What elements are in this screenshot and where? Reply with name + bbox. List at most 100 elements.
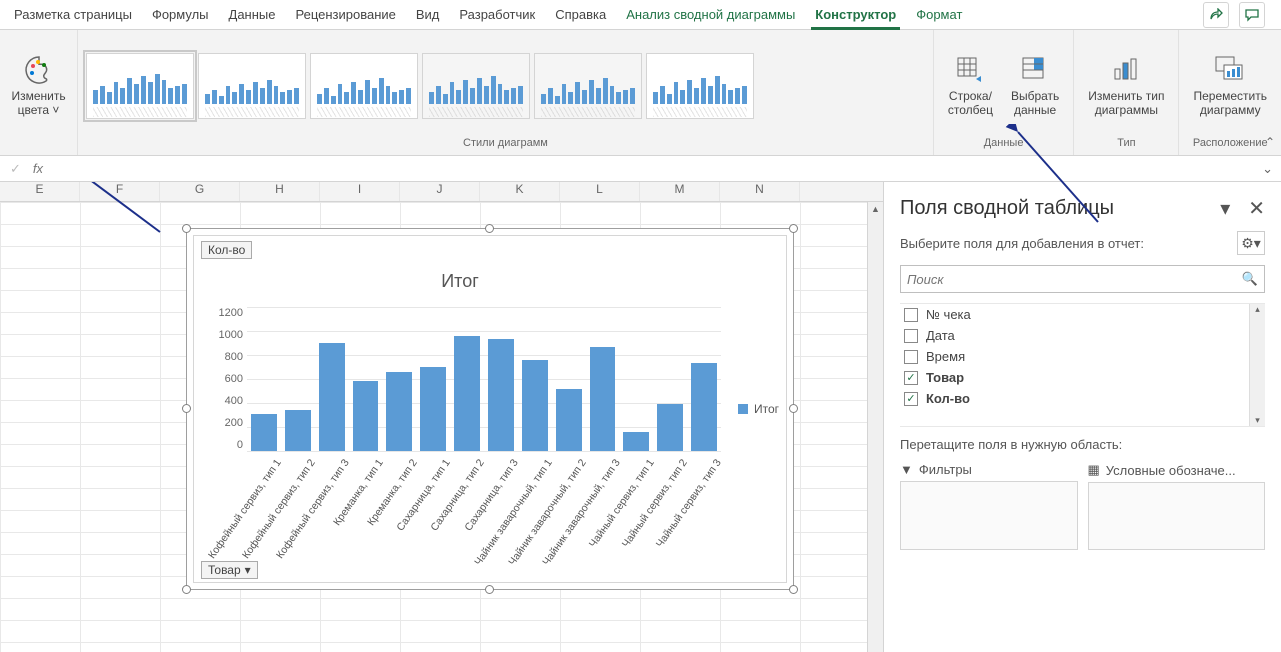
move-chart-button[interactable]: Переместитьдиаграмму xyxy=(1187,52,1273,120)
group-label-type: Тип xyxy=(1082,137,1170,153)
pane-subtitle: Выберите поля для добавления в отчет: xyxy=(900,236,1144,251)
bar[interactable] xyxy=(454,336,480,451)
col-G[interactable]: G xyxy=(160,182,240,201)
resize-handle[interactable] xyxy=(182,585,191,594)
field-label: Время xyxy=(926,349,965,364)
group-label-styles: Стили диаграмм xyxy=(86,137,925,153)
pane-close-button[interactable]: ✕ xyxy=(1248,196,1265,221)
resize-handle[interactable] xyxy=(182,404,191,413)
field-label: № чека xyxy=(926,307,971,322)
filter-icon: ▼ xyxy=(900,462,913,477)
pivot-fields-pane: Поля сводной таблицы ▾ ✕ Выберите поля д… xyxy=(883,182,1281,652)
resize-handle[interactable] xyxy=(182,224,191,233)
bar[interactable] xyxy=(691,363,717,451)
tab-Конструктор[interactable]: Конструктор xyxy=(805,0,906,30)
tab-Анализ сводной диаграммы[interactable]: Анализ сводной диаграммы xyxy=(616,0,805,30)
bar[interactable] xyxy=(623,432,649,451)
field-Дата[interactable]: Дата xyxy=(900,325,1265,346)
col-H[interactable]: H xyxy=(240,182,320,201)
change-colors-button[interactable]: Изменитьцвета ˅ xyxy=(5,52,71,120)
tab-Вид[interactable]: Вид xyxy=(406,0,450,30)
area-legend[interactable]: ▦Условные обозначе... xyxy=(1088,462,1266,550)
chart-style-5[interactable] xyxy=(534,53,642,119)
col-J[interactable]: J xyxy=(400,182,480,201)
pane-title: Поля сводной таблицы ▾ ✕ xyxy=(900,196,1265,221)
cancel-icon[interactable]: ✓ xyxy=(10,161,21,177)
bar[interactable] xyxy=(590,347,616,451)
checkbox-icon xyxy=(904,350,918,364)
x-axis-labels: Кофейный сервиз, тип 1Кофейный сервиз, т… xyxy=(247,457,721,569)
bar[interactable] xyxy=(386,372,412,451)
chart-style-6[interactable] xyxy=(646,53,754,119)
resize-handle[interactable] xyxy=(789,404,798,413)
col-F[interactable]: F xyxy=(80,182,160,201)
field-Товар[interactable]: ✓Товар xyxy=(900,367,1265,388)
tab-Рецензирование[interactable]: Рецензирование xyxy=(285,0,405,30)
column-headers[interactable]: EFGHIJKLMN xyxy=(0,182,883,202)
fx-label[interactable]: fx xyxy=(33,161,43,176)
col-E[interactable]: E xyxy=(0,182,80,201)
formula-expand-button[interactable]: ⌄ xyxy=(1262,161,1273,177)
chart-style-3[interactable] xyxy=(310,53,418,119)
bar[interactable] xyxy=(285,410,311,451)
share-button[interactable] xyxy=(1203,2,1229,28)
search-input[interactable] xyxy=(907,272,1242,287)
collapse-ribbon-button[interactable]: ⌃ xyxy=(1265,135,1275,149)
col-N[interactable]: N xyxy=(720,182,800,201)
bar[interactable] xyxy=(353,381,379,451)
resize-handle[interactable] xyxy=(789,224,798,233)
chart-title[interactable]: Итог xyxy=(187,271,733,292)
chart-legend[interactable]: Итог xyxy=(738,402,779,416)
bar[interactable] xyxy=(488,339,514,451)
resize-handle[interactable] xyxy=(789,585,798,594)
change-chart-type-button[interactable]: Изменить типдиаграммы xyxy=(1082,52,1170,120)
field-search[interactable]: 🔍 xyxy=(900,265,1265,293)
bar[interactable] xyxy=(657,404,683,451)
switch-row-column-button[interactable]: Строка/столбец xyxy=(942,52,999,120)
field-list-scrollbar[interactable] xyxy=(1249,304,1265,426)
tab-Формат[interactable]: Формат xyxy=(906,0,972,30)
tab-Формулы[interactable]: Формулы xyxy=(142,0,219,30)
tab-Разработчик[interactable]: Разработчик xyxy=(449,0,545,30)
bars[interactable] xyxy=(247,307,721,451)
checkbox-icon: ✓ xyxy=(904,392,918,406)
legend-icon: ▦ xyxy=(1088,462,1100,478)
field-Время[interactable]: Время xyxy=(900,346,1265,367)
chart-style-4[interactable] xyxy=(422,53,530,119)
col-L[interactable]: L xyxy=(560,182,640,201)
worksheet[interactable]: EFGHIJKLMN Кол-во Товар▾ Итог Итог 12001… xyxy=(0,182,883,652)
bar[interactable] xyxy=(522,360,548,451)
area-filters[interactable]: ▼Фильтры xyxy=(900,462,1078,550)
pivot-chart-object[interactable]: Кол-во Товар▾ Итог Итог 1200100080060040… xyxy=(186,228,794,590)
formula-bar: ✓ fx ⌄ xyxy=(0,156,1281,182)
tab-Разметка страницы[interactable]: Разметка страницы xyxy=(4,0,142,30)
field-label: Дата xyxy=(926,328,955,343)
tab-Справка[interactable]: Справка xyxy=(545,0,616,30)
pivot-values-button[interactable]: Кол-во xyxy=(201,241,252,259)
sheet-scrollbar[interactable] xyxy=(867,202,883,652)
pane-settings-button[interactable]: ⚙▾ xyxy=(1237,231,1265,255)
chart-styles-gallery[interactable] xyxy=(86,53,754,119)
bar[interactable] xyxy=(556,389,582,451)
bar[interactable] xyxy=(251,414,277,451)
pane-menu-button[interactable]: ▾ xyxy=(1220,196,1230,221)
select-data-button[interactable]: Выбратьданные xyxy=(1005,52,1065,120)
comments-button[interactable] xyxy=(1239,2,1265,28)
col-M[interactable]: M xyxy=(640,182,720,201)
field-list[interactable]: № чека Дата Время ✓Товар✓Кол-во xyxy=(900,303,1265,427)
resize-handle[interactable] xyxy=(485,585,494,594)
chart-style-1[interactable] xyxy=(86,53,194,119)
field-№ чека[interactable]: № чека xyxy=(900,304,1265,325)
group-label-data: Данные xyxy=(942,137,1065,153)
bar[interactable] xyxy=(420,367,446,451)
chart-style-2[interactable] xyxy=(198,53,306,119)
col-I[interactable]: I xyxy=(320,182,400,201)
checkbox-icon xyxy=(904,329,918,343)
field-Кол-во[interactable]: ✓Кол-во xyxy=(900,388,1265,409)
col-K[interactable]: K xyxy=(480,182,560,201)
resize-handle[interactable] xyxy=(485,224,494,233)
bar[interactable] xyxy=(319,343,345,451)
search-icon[interactable]: 🔍 xyxy=(1242,271,1258,287)
plot-area[interactable]: 120010008006004002000 xyxy=(247,307,721,451)
tab-Данные[interactable]: Данные xyxy=(219,0,286,30)
